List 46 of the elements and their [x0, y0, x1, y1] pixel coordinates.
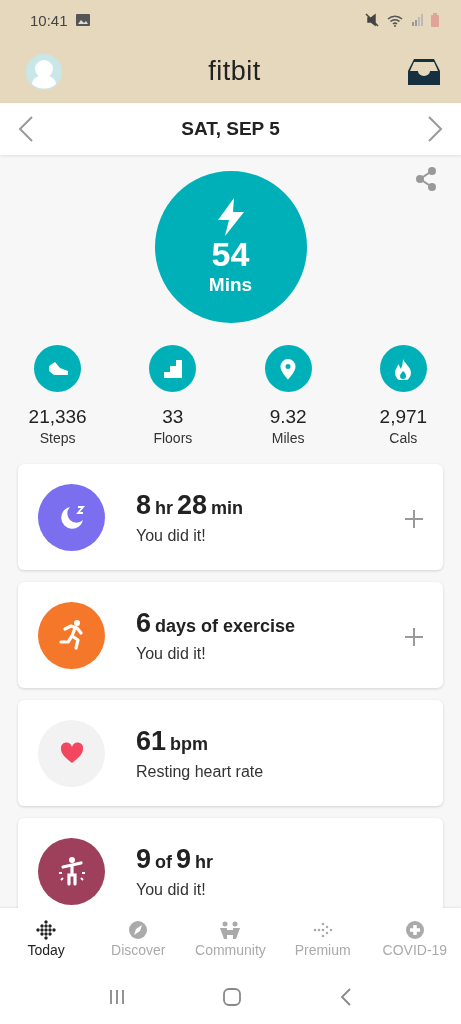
stat-label: Miles — [271, 430, 305, 446]
tile-headline: 61 bpm — [136, 725, 210, 757]
heart-icon — [59, 742, 84, 764]
wifi-icon — [387, 13, 403, 27]
mute-icon — [365, 13, 379, 27]
image-icon — [75, 14, 90, 26]
stat-label: Cals — [389, 430, 418, 446]
stat-circle[interactable] — [149, 345, 197, 392]
recent-apps-icon[interactable] — [109, 989, 126, 1005]
tile-subtitle: You did it! — [136, 644, 207, 663]
stat-value: 33 — [162, 406, 184, 428]
tile-subtitle: Resting heart rate — [136, 762, 265, 781]
next-day-icon[interactable] — [427, 116, 443, 142]
tile-card[interactable]: 9 of 9 hr You did it! — [18, 818, 443, 908]
stat-value: 9.32 — [269, 406, 307, 428]
date-label: SAT, SEP 5 — [181, 118, 280, 140]
active-minutes-unit: Mins — [208, 273, 253, 296]
home-icon[interactable] — [223, 988, 242, 1006]
status-time: 10:41 — [30, 11, 68, 29]
tile-headline: 6 days of exercise — [136, 607, 297, 639]
previous-day-icon[interactable] — [18, 116, 34, 142]
stat-circle[interactable] — [34, 345, 82, 392]
stat-value: 21,336 — [28, 406, 87, 428]
signal-icon — [411, 14, 423, 26]
inbox-icon[interactable] — [407, 57, 441, 86]
tile-card[interactable]: 6 days of exercise You did it! — [18, 582, 443, 688]
stat-circle[interactable] — [264, 345, 312, 392]
tile-headline: 8 hr 28 min — [136, 489, 245, 521]
back-icon[interactable] — [339, 988, 352, 1006]
tile-headline: 9 of 9 hr — [136, 843, 215, 875]
stat-label: Steps — [39, 430, 76, 446]
active-minutes-value: 54 — [211, 236, 250, 274]
people-icon — [218, 920, 243, 940]
dots-logo-icon — [34, 920, 59, 940]
stat-value: 2,971 — [379, 406, 428, 428]
battery-icon — [431, 13, 439, 27]
lightning-icon — [215, 198, 246, 237]
stat-circle[interactable] — [379, 345, 427, 392]
tile-subtitle: You did it! — [136, 880, 207, 899]
stat-label: Floors — [153, 430, 193, 446]
tile-card[interactable]: 8 hr 28 min You did it! — [18, 464, 443, 570]
share-icon[interactable] — [415, 167, 437, 191]
tile-subtitle: You did it! — [136, 526, 207, 545]
app-title: fitbit — [208, 56, 261, 87]
tab[interactable]: Today — [1, 920, 92, 958]
tile-card[interactable]: 61 bpm Resting heart rate — [18, 700, 443, 806]
